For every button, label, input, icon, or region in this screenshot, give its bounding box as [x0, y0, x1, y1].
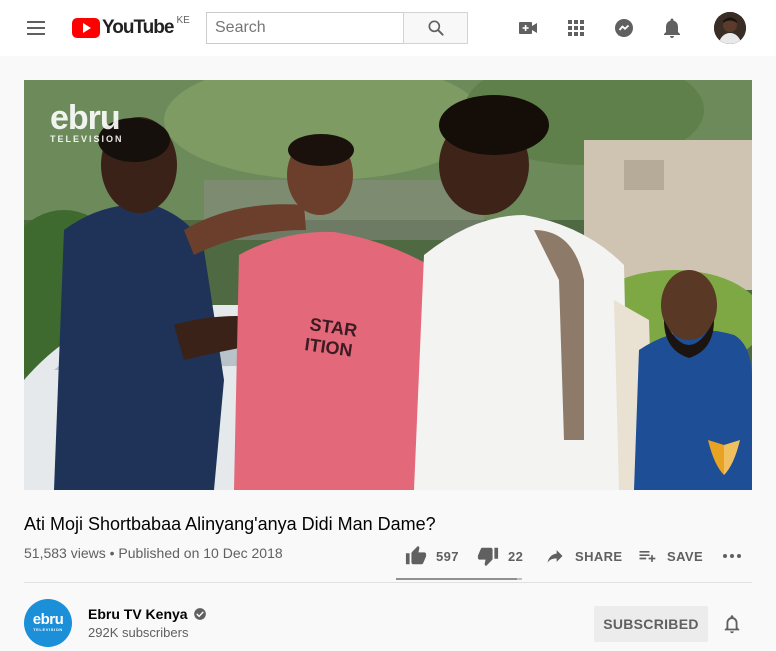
notifications-button[interactable]: [660, 16, 684, 40]
like-count: 597: [436, 548, 459, 564]
sentiment-like-fill: [396, 578, 518, 580]
video-camera-icon: [519, 22, 537, 34]
avatar-image: [714, 12, 746, 44]
messages-button[interactable]: [612, 16, 636, 40]
channel-name: Ebru TV Kenya: [88, 606, 188, 622]
divider: [24, 582, 752, 583]
more-actions-button[interactable]: [720, 540, 752, 572]
logo-text: YouTube: [102, 17, 174, 38]
notification-bell-button[interactable]: [720, 612, 744, 636]
dislike-button[interactable]: 22: [476, 540, 523, 572]
publish-date: Published on 10 Dec 2018: [118, 545, 283, 561]
masthead: YouTube KE: [0, 0, 776, 56]
youtube-logo[interactable]: YouTube KE: [72, 15, 190, 39]
view-count: 51,583 views: [24, 545, 106, 561]
thumb-down-icon: [476, 544, 500, 568]
bell-icon: [664, 18, 680, 38]
bell-outline-icon: [724, 615, 740, 634]
share-arrow-icon: [543, 544, 567, 568]
watermark-bottom: TELEVISION: [50, 134, 124, 144]
create-video-button[interactable]: [516, 16, 540, 40]
subscribed-button[interactable]: SUBSCRIBED: [594, 606, 708, 642]
video-info: 51,583 views • Published on 10 Dec 2018: [24, 544, 283, 562]
video-frame: STAR ITION: [24, 80, 752, 490]
youtube-play-icon: [72, 18, 100, 38]
video-player[interactable]: STAR ITION ebru TELEVISION: [24, 80, 752, 490]
dislike-count: 22: [508, 548, 524, 564]
like-button[interactable]: 597: [404, 540, 459, 572]
apps-button[interactable]: [564, 16, 588, 40]
ebru-watermark: ebru TELEVISION: [50, 99, 124, 144]
channel-name-link[interactable]: Ebru TV Kenya: [88, 606, 207, 622]
messages-icon: [615, 19, 633, 37]
sentiment-bar: [396, 578, 522, 580]
channel-avatar[interactable]: ebru TELEVISION: [24, 599, 72, 647]
country-code: KE: [176, 15, 190, 26]
thumb-up-icon: [404, 544, 428, 568]
search-box: [206, 12, 404, 44]
channel-avatar-top: ebru: [32, 611, 64, 628]
menu-icon[interactable]: [24, 16, 48, 40]
apps-icon: [568, 20, 584, 36]
verified-icon: [193, 608, 206, 620]
channel-avatar-bottom: TELEVISION: [33, 627, 63, 632]
playlist-add-icon: [635, 544, 659, 568]
more-horizontal-icon: [720, 544, 744, 568]
account-avatar[interactable]: [714, 12, 746, 44]
search-button[interactable]: [403, 12, 468, 44]
save-button[interactable]: SAVE: [635, 540, 703, 572]
video-title: Ati Moji Shortbabaa Alinyang'anya Didi M…: [24, 514, 436, 534]
share-label: SHARE: [575, 548, 623, 564]
search-icon: [428, 20, 444, 36]
search-input[interactable]: [215, 19, 396, 37]
subscriber-count: 292K subscribers: [88, 625, 189, 640]
save-label: SAVE: [667, 548, 704, 564]
watermark-top: ebru: [50, 99, 121, 137]
share-button[interactable]: SHARE: [543, 540, 623, 572]
meta-separator: •: [109, 545, 115, 561]
